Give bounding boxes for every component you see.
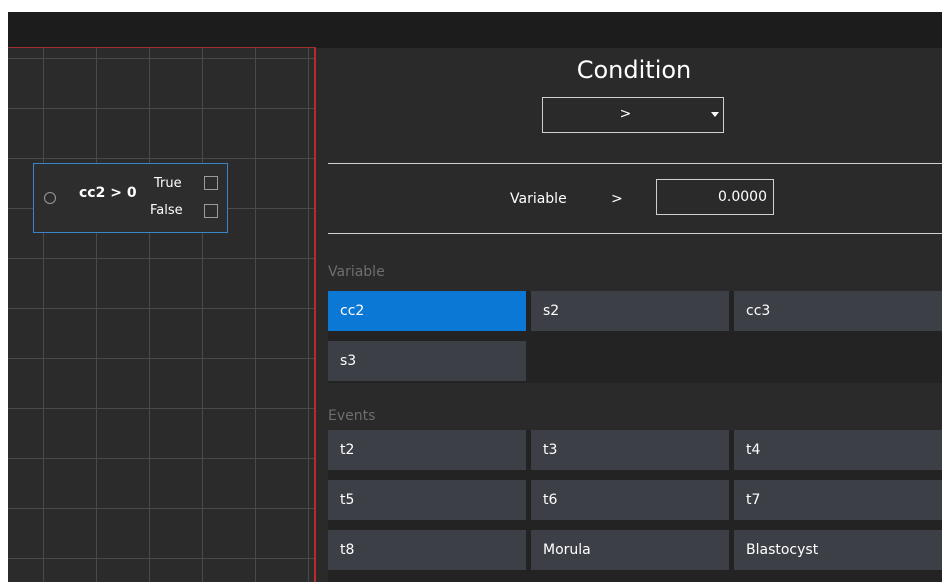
rule-variable-label: Variable — [510, 191, 567, 207]
chevron-down-icon — [711, 112, 719, 117]
variable-button[interactable]: cc3 — [734, 291, 942, 331]
node-input-port[interactable] — [44, 192, 56, 204]
condition-panel: Condition > Variable > Variable cc2s2cc3… — [316, 48, 942, 582]
operator-dropdown-value: > — [619, 106, 632, 122]
event-button[interactable]: t8 — [328, 530, 526, 570]
title-bar — [8, 12, 942, 48]
event-button[interactable]: t4 — [734, 430, 942, 470]
canvas-top-border — [8, 47, 316, 48]
node-false-port[interactable] — [204, 204, 218, 218]
variable-section-label: Variable — [328, 264, 385, 280]
threshold-value-input[interactable] — [656, 179, 774, 215]
event-button[interactable]: Blastocyst — [734, 530, 942, 570]
operator-dropdown[interactable]: > — [542, 97, 724, 133]
divider — [328, 233, 942, 234]
node-canvas[interactable] — [8, 48, 314, 582]
variable-button[interactable]: cc2 — [328, 291, 526, 331]
condition-node[interactable]: cc2 > 0 True False — [33, 163, 228, 233]
event-button[interactable]: t5 — [328, 480, 526, 520]
condition-editor-window: cc2 > 0 True False Condition > Variable … — [0, 0, 942, 582]
event-button[interactable]: t6 — [531, 480, 729, 520]
event-button[interactable]: t3 — [531, 430, 729, 470]
variable-button[interactable]: s3 — [328, 341, 526, 381]
node-true-port[interactable] — [204, 176, 218, 190]
event-button[interactable]: t7 — [734, 480, 942, 520]
event-button[interactable]: Morula — [531, 530, 729, 570]
divider — [328, 163, 942, 164]
events-section-label: Events — [328, 408, 376, 424]
node-expression: cc2 > 0 — [79, 185, 137, 201]
condition-title: Condition — [576, 56, 692, 84]
variable-button[interactable]: s2 — [531, 291, 729, 331]
node-true-label: True — [154, 176, 182, 191]
event-button[interactable]: t2 — [328, 430, 526, 470]
node-false-label: False — [150, 203, 183, 218]
rule-operator: > — [611, 191, 623, 207]
